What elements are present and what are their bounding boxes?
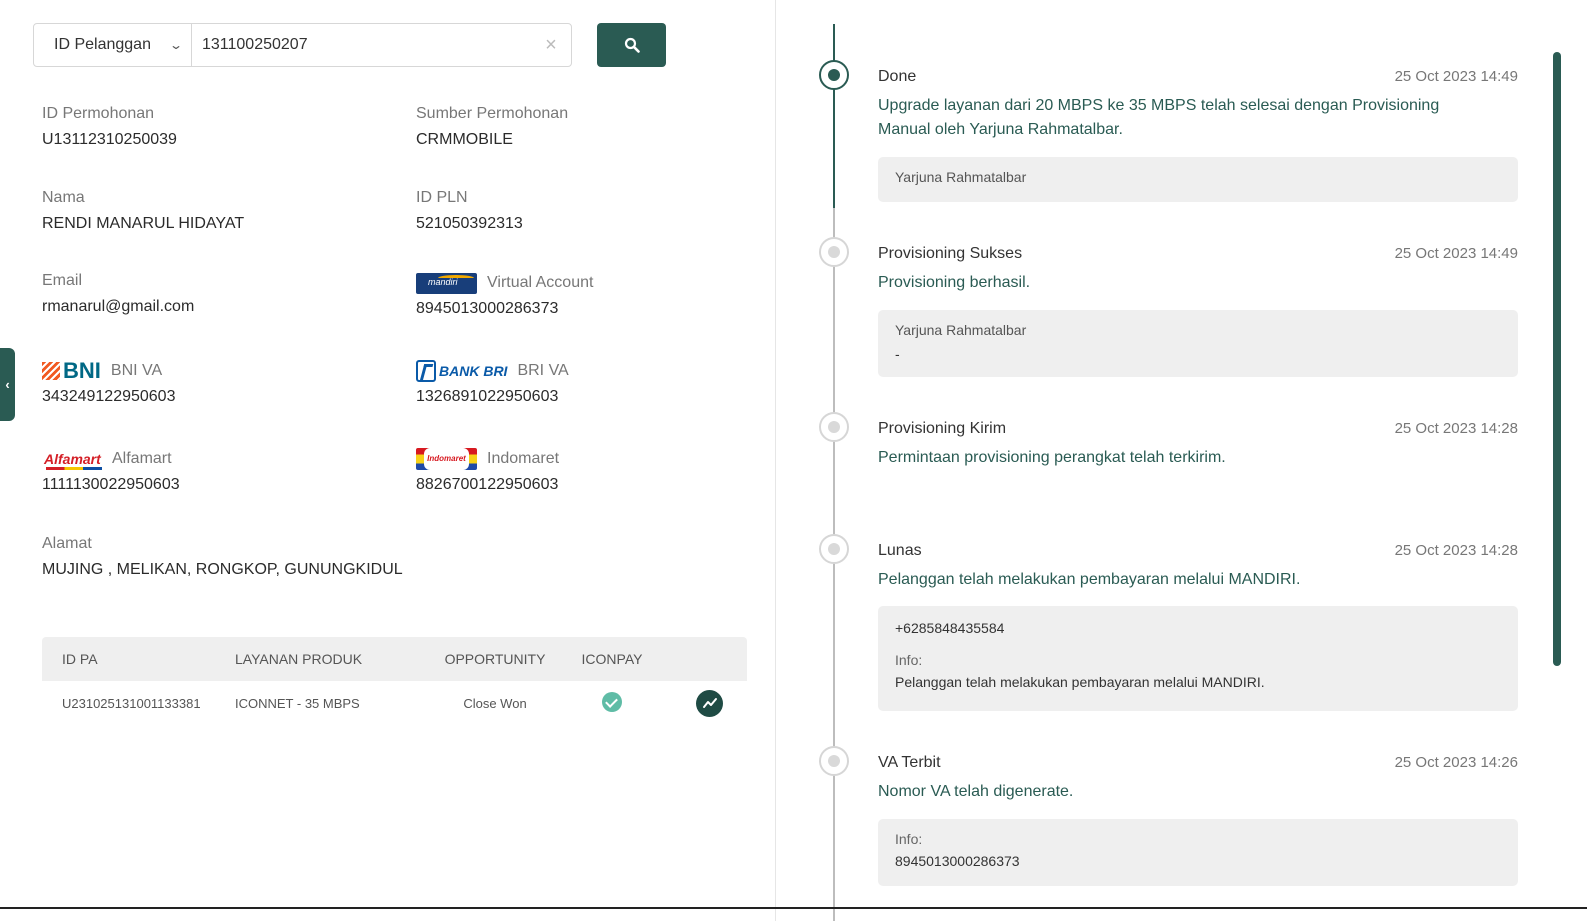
field-indomaret: Indomaret Indomaret 8826700122950603 — [416, 448, 559, 496]
header-iconpay: ICONPAY — [581, 651, 643, 667]
alfamart-value: 1111130022950603 — [42, 476, 180, 493]
timeline-info: Pelanggan telah melakukan pembayaran mel… — [895, 674, 1265, 690]
va-label: Virtual Account — [487, 274, 594, 291]
bni-va-value: 343249122950603 — [42, 388, 176, 405]
timeline-time: 25 Oct 2023 14:26 — [1394, 754, 1518, 771]
timeline-time: 25 Oct 2023 14:49 — [1394, 68, 1518, 85]
table-header: ID PA LAYANAN PRODUK OPPORTUNITY ICONPAY — [42, 637, 747, 681]
field-id-permohonan: ID Permohonan U13112310250039 — [42, 103, 177, 151]
timeline-time: 25 Oct 2023 14:49 — [1394, 245, 1518, 262]
bri-va-value: 1326891022950603 — [416, 388, 559, 405]
timeline-progress — [833, 24, 835, 208]
bri-logo-icon: BANK BRI — [416, 360, 507, 382]
status-timeline: Done 25 Oct 2023 14:49 Upgrade layanan d… — [776, 0, 1566, 921]
nama-value: RENDI MANARUL HIDAYAT — [42, 215, 245, 232]
search-input[interactable] — [192, 24, 531, 66]
chevron-down-icon: ⌄ — [168, 38, 184, 52]
id-pln-value: 521050392313 — [416, 215, 523, 232]
id-permohonan-label: ID Permohonan — [42, 105, 155, 122]
indomaret-value: 8826700122950603 — [416, 476, 559, 493]
mandiri-logo-icon: mandiri — [416, 272, 477, 294]
timeline-time: 25 Oct 2023 14:28 — [1394, 542, 1518, 559]
customer-panel: ID Pelanggan ⌄ × ID Permohonan U13112310… — [0, 0, 776, 921]
timeline-actor: Yarjuna Rahmatalbar — [895, 322, 1027, 338]
field-bni-va: BNI BNI VA 343249122950603 — [42, 360, 175, 408]
timeline-desc: Upgrade layanan dari 20 MBPS ke 35 MBPS … — [878, 97, 1440, 138]
table-row: U231025131001133381 ICONNET - 35 MBPS Cl… — [42, 681, 747, 725]
header-opportunity: OPPORTUNITY — [444, 651, 546, 667]
chevron-left-icon: ‹ — [5, 377, 10, 392]
timeline-dot-active-icon — [819, 60, 849, 90]
field-id-pln: ID PLN 521050392313 — [416, 187, 523, 235]
search-bar: ID Pelanggan ⌄ × — [33, 23, 572, 67]
timeline-dot-icon — [819, 412, 849, 442]
bni-logo-icon: BNI — [42, 360, 101, 382]
email-label: Email — [42, 272, 83, 289]
timeline-dot-icon — [819, 534, 849, 564]
timeline-actor: Yarjuna Rahmatalbar — [895, 169, 1027, 185]
timeline-title: Provisioning Sukses — [878, 245, 1023, 262]
collapse-panel-tab[interactable]: ‹ — [0, 348, 15, 421]
timeline-dot-icon — [819, 746, 849, 776]
timeline-scrollbar[interactable] — [1553, 52, 1561, 666]
cell-opportunity: Close Won — [463, 695, 527, 711]
timeline-desc: Nomor VA telah digenerate. — [878, 783, 1074, 800]
field-email: Email rmanarul@gmail.com — [42, 270, 194, 318]
check-icon — [602, 691, 622, 712]
id-pln-label: ID PLN — [416, 189, 468, 206]
timeline-info-label: Info: — [895, 652, 923, 668]
bri-va-label: BRI VA — [517, 362, 569, 379]
search-icon — [624, 37, 640, 53]
header-id-pa: ID PA — [62, 651, 98, 667]
indomaret-logo-icon: Indomaret — [416, 448, 477, 470]
search-type-label: ID Pelanggan — [54, 36, 151, 53]
timeline-time: 25 Oct 2023 14:28 — [1394, 420, 1518, 437]
nama-label: Nama — [42, 189, 85, 206]
sumber-label: Sumber Permohonan — [416, 105, 569, 122]
timeline-dot-icon — [819, 237, 849, 267]
cell-iconpay — [568, 691, 656, 715]
timeline-title: VA Terbit — [878, 754, 941, 771]
alfamart-logo-icon: Alfamart — [44, 448, 102, 470]
timeline-info-label: Info: — [895, 831, 923, 847]
sumber-value: CRMMOBILE — [416, 131, 513, 148]
trending-up-icon — [702, 698, 717, 708]
va-value: 8945013000286373 — [416, 300, 559, 317]
timeline-phone: +6285848435584 — [895, 620, 1005, 636]
timeline-title: Lunas — [878, 542, 922, 559]
pa-table: ID PA LAYANAN PRODUK OPPORTUNITY ICONPAY… — [42, 637, 747, 725]
timeline-desc: Provisioning berhasil. — [878, 274, 1031, 291]
id-permohonan-value: U13112310250039 — [42, 131, 177, 148]
timeline-detail-box: Info: 8945013000286373 — [878, 819, 1518, 886]
alfamart-label: Alfamart — [112, 450, 172, 467]
bni-va-label: BNI VA — [110, 362, 163, 379]
timeline-detail-box: +6285848435584 Info: Pelanggan telah mel… — [878, 606, 1518, 711]
timeline-detail: - — [895, 346, 900, 362]
timeline-info: 8945013000286373 — [895, 853, 1020, 869]
search-button[interactable] — [597, 23, 666, 67]
alamat-value: MUJING , MELIKAN, RONGKOP, GUNUNGKIDUL — [42, 561, 403, 578]
timeline-title: Done — [878, 68, 917, 85]
field-alamat: Alamat MUJING , MELIKAN, RONGKOP, GUNUNG… — [42, 533, 403, 581]
timeline-title: Provisioning Kirim — [878, 420, 1007, 437]
field-nama: Nama RENDI MANARUL HIDAYAT — [42, 187, 244, 235]
timeline-detail-box: Yarjuna Rahmatalbar — [878, 157, 1518, 202]
field-sumber-permohonan: Sumber Permohonan CRMMOBILE — [416, 103, 568, 151]
bottom-divider — [0, 907, 1587, 909]
indomaret-label: Indomaret — [487, 450, 560, 467]
field-alfamart: Alfamart Alfamart 1111130022950603 — [42, 448, 180, 496]
trend-button[interactable] — [696, 689, 723, 717]
timeline-desc: Pelanggan telah melakukan pembayaran mel… — [878, 571, 1301, 588]
field-bri-va: BANK BRI BRI VA 1326891022950603 — [416, 360, 569, 408]
email-value: rmanarul@gmail.com — [42, 298, 195, 315]
timeline-desc: Permintaan provisioning perangkat telah … — [878, 449, 1226, 466]
cell-layanan: ICONNET - 35 MBPS — [235, 695, 360, 711]
cell-id-pa: U231025131001133381 — [62, 695, 201, 711]
field-virtual-account: mandiri Virtual Account 8945013000286373 — [416, 272, 593, 320]
clear-icon[interactable]: × — [531, 34, 571, 57]
search-type-select[interactable]: ID Pelanggan ⌄ — [34, 24, 192, 66]
alamat-label: Alamat — [42, 535, 92, 552]
header-layanan: LAYANAN PRODUK — [235, 651, 363, 667]
timeline-detail-box: Yarjuna Rahmatalbar - — [878, 310, 1518, 377]
